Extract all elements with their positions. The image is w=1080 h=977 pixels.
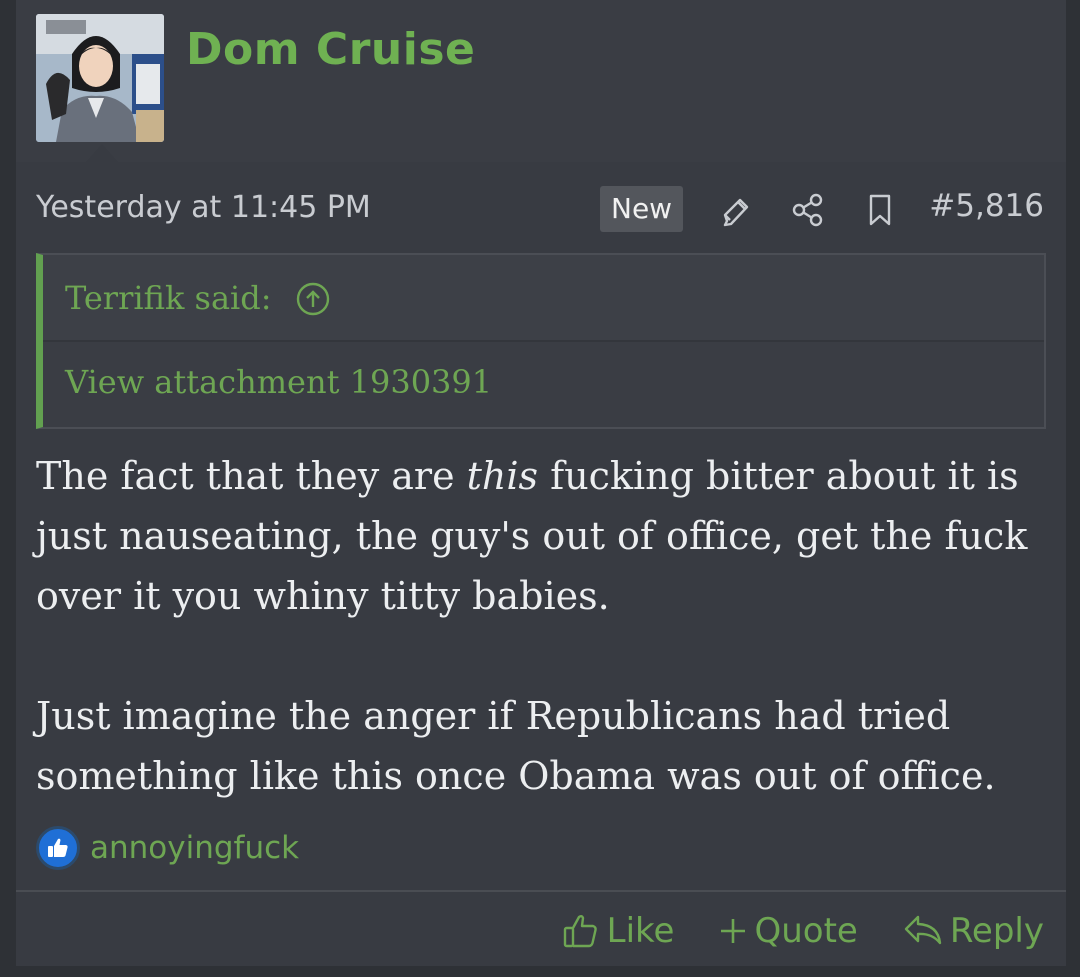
arrow-up-circle-icon[interactable] bbox=[295, 281, 331, 317]
reaction-users-link[interactable]: annoyingfuck bbox=[90, 830, 299, 866]
username[interactable]: Dom Cruise bbox=[186, 24, 475, 75]
post-user-header: Dom Cruise bbox=[16, 0, 1066, 162]
thumbs-up-icon bbox=[563, 915, 597, 948]
highlight-icon[interactable] bbox=[716, 190, 756, 230]
message-paragraph-1: The fact that they are this fucking bitt… bbox=[36, 446, 1046, 626]
footer-divider bbox=[16, 890, 1066, 892]
quote-header: Terrifik said: bbox=[43, 255, 1044, 342]
header-arrow-notch bbox=[86, 144, 118, 162]
share-icon[interactable] bbox=[788, 190, 828, 230]
post-number-link[interactable]: #5,816 bbox=[929, 188, 1044, 224]
quote-attachment-link[interactable]: View attachment 1930391 bbox=[65, 363, 492, 401]
like-button[interactable]: Like bbox=[561, 911, 675, 951]
quote-block: Terrifik said: View attachment 1930391 bbox=[36, 253, 1046, 429]
reply-button[interactable]: Reply bbox=[902, 911, 1044, 951]
like-reaction-icon bbox=[36, 826, 80, 870]
quote-author[interactable]: Terrifik said: bbox=[65, 279, 272, 317]
quote-label: Quote bbox=[754, 911, 858, 951]
reactions-bar[interactable]: annoyingfuck bbox=[36, 826, 299, 870]
quote-button[interactable]: Quote bbox=[718, 911, 858, 951]
message-paragraph-2: Just imagine the anger if Republicans ha… bbox=[36, 694, 996, 798]
bookmark-icon[interactable] bbox=[860, 190, 900, 230]
avatar-illustration bbox=[36, 14, 164, 142]
plus-icon bbox=[721, 919, 746, 943]
like-label: Like bbox=[606, 911, 675, 951]
post-meta-bar: Yesterday at 11:45 PM New #5,816 bbox=[16, 162, 1066, 252]
reply-label: Reply bbox=[949, 911, 1044, 951]
forum-post: Dom Cruise Yesterday at 11:45 PM New #5,… bbox=[16, 0, 1066, 966]
post-timestamp[interactable]: Yesterday at 11:45 PM bbox=[36, 190, 371, 225]
new-badge: New bbox=[600, 186, 684, 232]
message-emphasis: this bbox=[466, 454, 539, 498]
user-avatar[interactable] bbox=[36, 14, 164, 142]
post-message: The fact that they are this fucking bitt… bbox=[36, 446, 1046, 806]
reply-arrow-icon bbox=[904, 915, 942, 945]
post-actions: Like Quote Reply bbox=[517, 906, 1044, 956]
message-text: The fact that they are bbox=[36, 454, 467, 498]
